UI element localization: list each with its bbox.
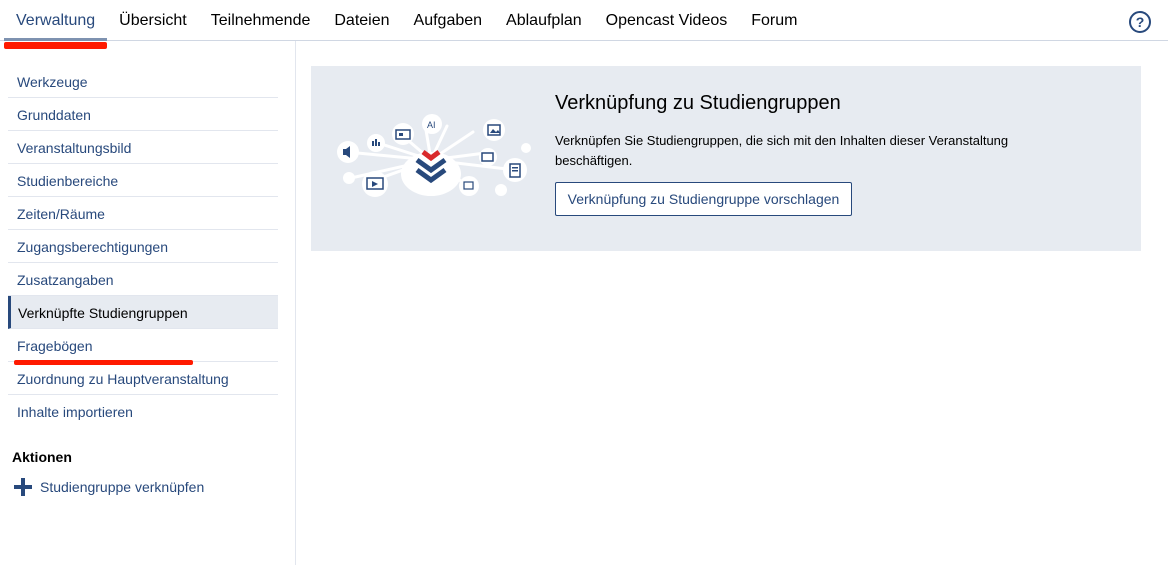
sidebar-item-zugangsberechtigungen[interactable]: Zugangsberechtigungen [8, 230, 278, 263]
sidebar-item-grunddaten[interactable]: Grunddaten [8, 98, 278, 131]
sidebar-item-inhalte-importieren[interactable]: Inhalte importieren [8, 395, 278, 428]
tab-verwaltung[interactable]: Verwaltung [4, 0, 108, 41]
course-tabs: Verwaltung Übersicht Teilnehmende Dateie… [4, 0, 809, 41]
tab-forum[interactable]: Forum [739, 0, 809, 41]
add-studygroup-label: Studiengruppe verknüpfen [40, 479, 205, 495]
plus-icon [14, 478, 32, 496]
studygroup-banner: AI Verknüpfung zu Studiengruppen Verknüp… [311, 66, 1141, 251]
sidebar: Werkzeuge Grunddaten Veranstaltungsbild … [0, 41, 296, 565]
top-navigation: Verwaltung Übersicht Teilnehmende Dateie… [0, 0, 1168, 41]
sidebar-item-werkzeuge[interactable]: Werkzeuge [8, 65, 278, 98]
sidebar-item-frageboegen[interactable]: Fragebögen [8, 329, 278, 362]
banner-description: Verknüpfen Sie Studiengruppen, die sich … [555, 133, 1009, 168]
sidebar-item-verknuepfte-studiengruppen[interactable]: Verknüpfte Studiengruppen [8, 296, 278, 329]
sidebar-menu: Werkzeuge Grunddaten Veranstaltungsbild … [8, 65, 278, 428]
help-icon[interactable]: ? [1129, 11, 1151, 33]
add-studygroup-link[interactable]: Studiengruppe verknüpfen [14, 478, 204, 496]
tab-ablaufplan[interactable]: Ablaufplan [494, 0, 594, 41]
annotation-highlight-sidebar [14, 360, 193, 365]
tab-opencast-videos[interactable]: Opencast Videos [594, 0, 740, 41]
tab-teilnehmende[interactable]: Teilnehmende [199, 0, 323, 41]
sidebar-item-studienbereiche[interactable]: Studienbereiche [8, 164, 278, 197]
tab-aufgaben[interactable]: Aufgaben [402, 0, 495, 41]
actions-heading: Aktionen [12, 449, 72, 465]
sidebar-item-veranstaltungsbild[interactable]: Veranstaltungsbild [8, 131, 278, 164]
content-network-icon: AI [337, 114, 531, 197]
suggest-studygroup-link-button[interactable]: Verknüpfung zu Studiengruppe vorschlagen [555, 182, 852, 216]
sidebar-item-zuordnung-hauptveranstaltung[interactable]: Zuordnung zu Hauptveranstaltung [8, 362, 278, 395]
tab-uebersicht[interactable]: Übersicht [107, 0, 199, 41]
sidebar-item-zeiten-raeume[interactable]: Zeiten/Räume [8, 197, 278, 230]
sidebar-item-zusatzangaben[interactable]: Zusatzangaben [8, 263, 278, 296]
banner-title: Verknüpfung zu Studiengruppen [555, 92, 841, 114]
tab-dateien[interactable]: Dateien [322, 0, 401, 41]
svg-text:AI: AI [427, 120, 436, 130]
